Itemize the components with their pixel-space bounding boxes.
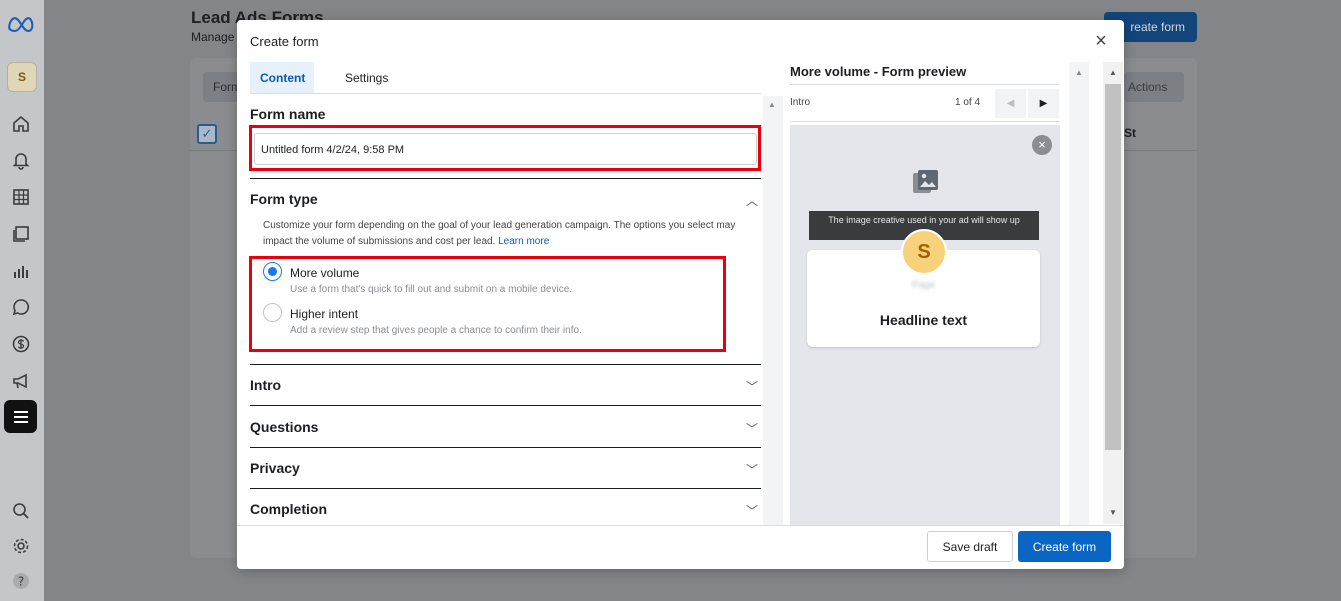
page-name: Page (911, 280, 936, 291)
chevron-up-icon[interactable]: ︿ (746, 192, 758, 209)
background-select-all-checkbox: ✓ (197, 124, 217, 144)
tab-settings[interactable]: Settings (335, 62, 398, 93)
highlight-form-name (249, 125, 761, 171)
svg-text:?: ? (18, 575, 24, 589)
meta-logo-icon (8, 17, 34, 33)
search-icon[interactable] (10, 500, 32, 522)
chevron-down-icon[interactable]: ﹀ (746, 502, 758, 519)
bell-icon[interactable] (10, 149, 32, 171)
table-icon[interactable] (10, 186, 32, 208)
save-draft-button[interactable]: Save draft (927, 531, 1013, 562)
section-intro[interactable]: Intro (250, 377, 281, 393)
close-icon[interactable]: × (1092, 31, 1110, 51)
megaphone-icon[interactable] (10, 370, 32, 392)
chevron-down-icon[interactable]: ﹀ (746, 420, 758, 437)
preview-divider (790, 121, 1059, 122)
learn-more-link[interactable]: Learn more (498, 236, 549, 247)
preview-step: Intro (790, 97, 811, 108)
app-sidebar: S ? (0, 0, 44, 601)
section-divider (250, 178, 761, 179)
section-questions[interactable]: Questions (250, 419, 318, 435)
scroll-down-icon[interactable]: ▼ (1109, 508, 1117, 517)
scroll-up-icon[interactable]: ▲ (768, 100, 776, 109)
account-avatar[interactable]: S (7, 62, 37, 92)
dialog-title: Create form (250, 34, 319, 49)
section-divider (250, 488, 761, 489)
create-form-button[interactable]: Create form (1018, 531, 1111, 562)
dialog-scrollbar[interactable]: ▲ ▼ (1103, 62, 1123, 524)
content-scrollbar[interactable]: ▲ (763, 96, 783, 526)
footer-divider (237, 525, 1124, 526)
preview-divider (790, 84, 1059, 85)
section-privacy[interactable]: Privacy (250, 460, 300, 476)
pages-icon[interactable] (10, 223, 32, 245)
page-subtitle: Manage f (191, 30, 242, 44)
chat-icon[interactable] (10, 296, 32, 318)
form-tabs: Content Settings (250, 62, 761, 94)
preview-next-icon[interactable]: ▶ (1028, 89, 1059, 118)
preview-scrollbar[interactable]: ▲ (1069, 62, 1089, 526)
help-icon[interactable]: ? (10, 570, 32, 592)
section-divider (250, 405, 761, 406)
analytics-icon[interactable] (10, 260, 32, 282)
headline-text: Headline text (879, 312, 968, 328)
background-column-header: St (1124, 126, 1136, 140)
form-type-heading: Form type (250, 191, 318, 207)
home-icon[interactable] (10, 113, 32, 135)
section-divider (250, 364, 761, 365)
scroll-up-icon[interactable]: ▲ (1109, 68, 1117, 77)
highlight-form-type-options (249, 256, 726, 352)
preview-page-count: 1 of 4 (955, 97, 981, 108)
page-avatar: S (901, 229, 947, 275)
background-actions-button: Actions (1124, 72, 1184, 102)
section-divider (250, 447, 761, 448)
form-type-description: Customize your form depending on the goa… (263, 220, 736, 247)
all-tools-menu-icon[interactable] (4, 400, 37, 433)
form-preview-phone: × The image creative used in your ad wil… (790, 125, 1060, 525)
create-form-dialog: Create form × Content Settings ▲ Form na… (237, 20, 1124, 569)
chevron-down-icon[interactable]: ﹀ (746, 378, 758, 395)
image-placeholder-icon (913, 170, 938, 193)
section-completion[interactable]: Completion (250, 501, 327, 517)
preview-close-icon: × (1032, 135, 1052, 155)
preview-prev-icon[interactable]: ◀ (995, 89, 1026, 118)
scroll-up-icon[interactable]: ▲ (1075, 68, 1083, 77)
preview-title: More volume - Form preview (790, 64, 967, 79)
gear-icon[interactable] (10, 535, 32, 557)
tab-content[interactable]: Content (250, 62, 314, 93)
dollar-icon[interactable] (10, 333, 32, 355)
scrollbar-thumb[interactable] (1105, 84, 1121, 450)
form-name-heading: Form name (250, 106, 326, 122)
chevron-down-icon[interactable]: ﹀ (746, 461, 758, 478)
